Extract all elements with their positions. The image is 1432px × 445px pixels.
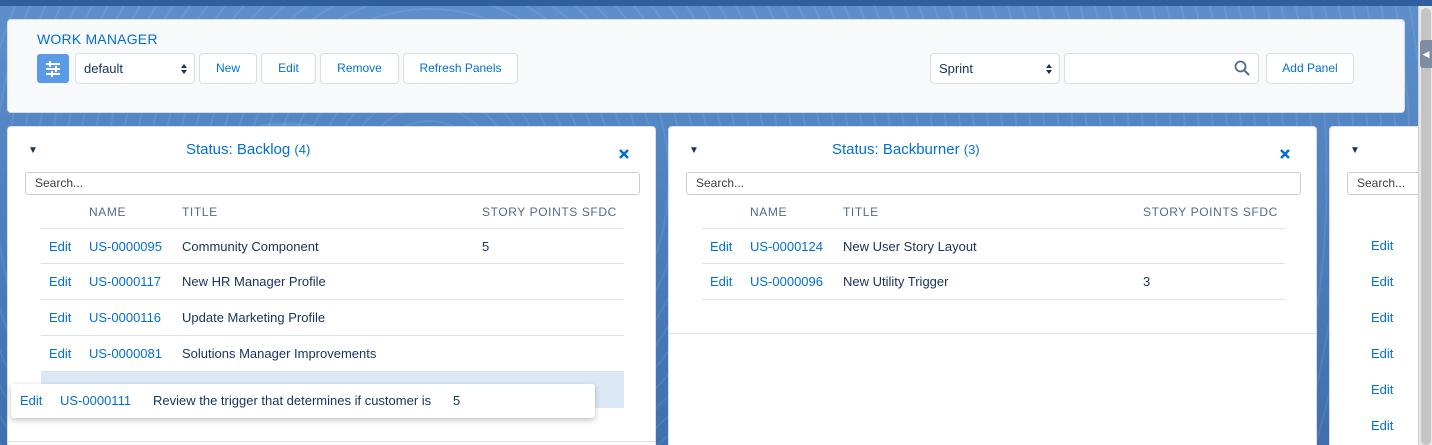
col-header-points: STORY POINTS SFDC: [482, 205, 617, 219]
panel-title: Status: Backlog (4): [186, 141, 310, 158]
close-icon[interactable]: [619, 147, 629, 162]
row-name-link[interactable]: US-0000096: [750, 264, 823, 300]
row-edit-link[interactable]: Edit: [49, 336, 71, 372]
view-select[interactable]: default: [75, 53, 195, 84]
select-arrow-icon: [1045, 54, 1053, 83]
row-title: Community Component: [182, 239, 319, 254]
row-name-link[interactable]: US-0000117: [89, 264, 161, 300]
row-name-link[interactable]: US-0000124: [750, 229, 823, 265]
panel-backburner: ▼ Status: Backburner (3) Search... NAME …: [668, 126, 1317, 445]
row-edit-link[interactable]: Edit: [1371, 382, 1393, 397]
new-button[interactable]: New: [199, 53, 257, 84]
row-edit-link[interactable]: Edit: [1371, 274, 1393, 289]
scrollbar-thumb[interactable]: [1421, 8, 1431, 445]
top-strip: [0, 0, 1432, 6]
col-header-name: NAME: [750, 205, 788, 219]
row-edit-link[interactable]: Edit: [49, 264, 71, 300]
table-row: Edit US-0000117 New HR Manager Profile: [41, 264, 624, 300]
panel-count: (4): [294, 142, 311, 157]
panel-divider: [669, 333, 1316, 334]
table-row: Edit US-0000095 Community Component 5: [41, 228, 624, 264]
row-edit-link[interactable]: Edit: [49, 300, 71, 336]
add-panel-button[interactable]: Add Panel: [1266, 53, 1354, 84]
panel-search-input[interactable]: Search...: [686, 172, 1301, 195]
row-edit-link[interactable]: Edit: [1371, 238, 1393, 253]
page-title: WORK MANAGER: [37, 31, 158, 47]
remove-button[interactable]: Remove: [320, 53, 399, 84]
sprint-select[interactable]: Sprint: [930, 53, 1060, 84]
refresh-panels-button[interactable]: Refresh Panels: [403, 53, 518, 84]
row-points: 3: [1143, 274, 1151, 289]
row-name-link[interactable]: US-0000081: [89, 336, 162, 372]
chevron-down-icon[interactable]: ▼: [1350, 145, 1360, 156]
sprint-select-value: Sprint: [939, 61, 973, 76]
row-points: 5: [453, 393, 461, 408]
vertical-scrollbar[interactable]: [1418, 6, 1432, 445]
chevron-down-icon[interactable]: ▼: [28, 145, 38, 156]
row-points: 5: [482, 239, 490, 254]
panel-search-input[interactable]: Search...: [25, 172, 640, 195]
panel-title: Status: Backburner (3): [832, 141, 980, 158]
dragging-row[interactable]: Edit US-0000111 Review the trigger that …: [11, 384, 595, 418]
col-header-points: STORY POINTS SFDC: [1143, 205, 1278, 219]
row-edit-link[interactable]: Edit: [1371, 418, 1393, 433]
panel-third: ▼ Search... Edit Edit Edit Edit Edit Edi…: [1329, 126, 1429, 445]
row-name-link[interactable]: US-0000111: [60, 384, 131, 418]
row-edit-link[interactable]: Edit: [49, 229, 71, 265]
panel-title-text: Status: Backlog: [186, 141, 291, 158]
row-name-link[interactable]: US-0000095: [89, 229, 162, 265]
search-input[interactable]: [1064, 53, 1259, 84]
chevron-down-icon[interactable]: ▼: [689, 145, 699, 156]
table-row: Edit US-0000081 Solutions Manager Improv…: [41, 336, 624, 372]
col-header-title: TITLE: [843, 205, 879, 219]
row-edit-link[interactable]: Edit: [1371, 346, 1393, 361]
table-row: Edit US-0000096 New Utility Trigger 3: [702, 264, 1285, 300]
view-select-value: default: [84, 61, 124, 76]
col-header-title: TITLE: [182, 205, 218, 219]
search-icon[interactable]: [1234, 60, 1250, 79]
panel-title-text: Status: Backburner: [832, 141, 960, 158]
row-title: Review the trigger that determines if cu…: [153, 393, 432, 408]
row-title: New HR Manager Profile: [182, 274, 326, 289]
side-panel-toggle[interactable]: ◀: [1420, 40, 1432, 68]
close-icon[interactable]: [1280, 147, 1290, 162]
row-title: Update Marketing Profile: [182, 310, 326, 325]
panel-divider: [8, 441, 655, 442]
col-header-name: NAME: [89, 205, 127, 219]
row-title: New Utility Trigger: [843, 274, 949, 289]
row-edit-link[interactable]: Edit: [710, 264, 732, 300]
row-title: New User Story Layout: [843, 239, 977, 254]
row-edit-link[interactable]: Edit: [1371, 310, 1393, 325]
row-edit-link[interactable]: Edit: [710, 229, 732, 265]
edit-button[interactable]: Edit: [261, 53, 316, 84]
row-name-link[interactable]: US-0000116: [89, 300, 161, 336]
row-title: Solutions Manager Improvements: [182, 346, 377, 361]
dashboard-icon[interactable]: [37, 54, 69, 83]
table-row: Edit US-0000116 Update Marketing Profile: [41, 300, 624, 336]
panel-count: (3): [963, 142, 980, 157]
row-edit-link[interactable]: Edit: [20, 384, 42, 418]
panel-search-input[interactable]: Search...: [1347, 172, 1428, 195]
select-arrow-icon: [180, 54, 188, 83]
work-manager-header: WORK MANAGER default New Edit Remove Ref…: [7, 19, 1405, 113]
table-row: Edit US-0000124 New User Story Layout: [702, 228, 1285, 264]
